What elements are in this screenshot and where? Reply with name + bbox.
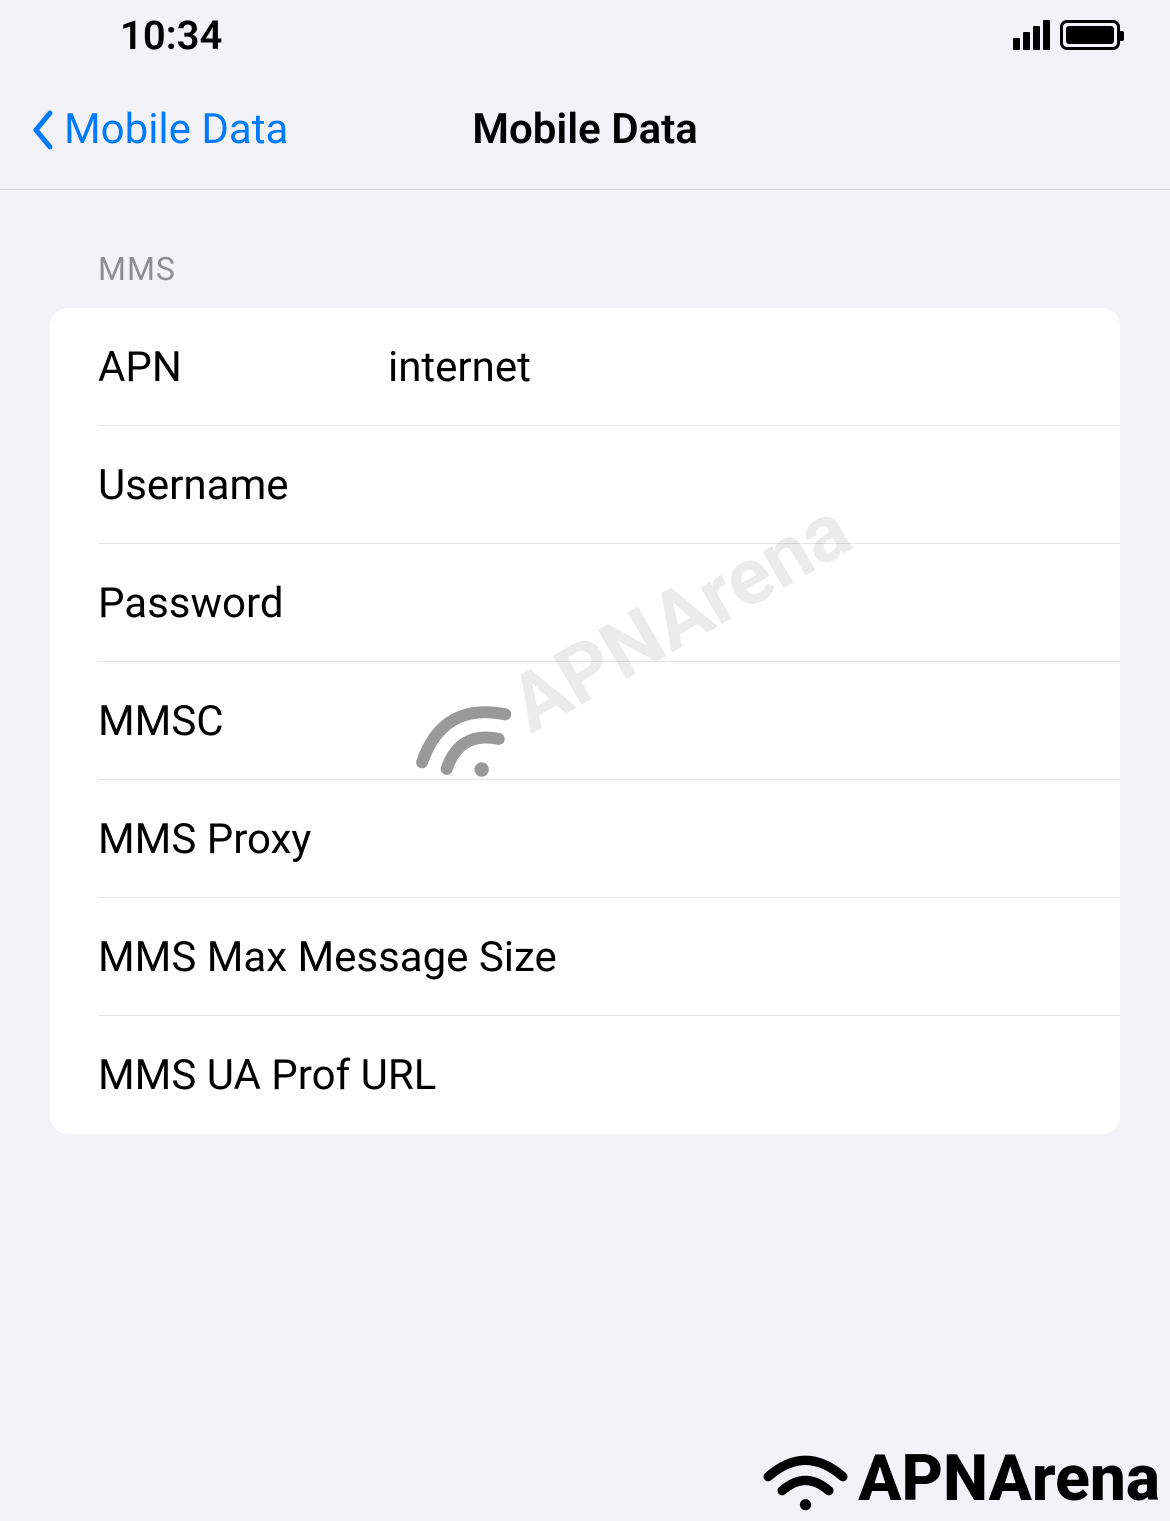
chevron-left-icon	[30, 109, 54, 151]
input-mmsc[interactable]	[388, 697, 1072, 746]
input-password[interactable]	[388, 579, 1072, 628]
input-apn[interactable]	[388, 343, 1072, 392]
section-header-mms: MMS	[50, 250, 1120, 308]
status-indicators	[1013, 20, 1120, 50]
content: MMS APN Username Password MMSC MMS Proxy…	[0, 190, 1170, 1134]
row-username[interactable]: Username	[50, 426, 1120, 544]
row-mms-ua-prof[interactable]: MMS UA Prof URL	[50, 1016, 1120, 1134]
bottom-logo: APNArena	[758, 1441, 1160, 1516]
label-apn: APN	[98, 343, 388, 392]
label-username: Username	[98, 461, 388, 510]
row-mms-proxy[interactable]: MMS Proxy	[50, 780, 1120, 898]
signal-icon	[1013, 20, 1050, 50]
back-label: Mobile Data	[64, 105, 288, 154]
input-mms-proxy[interactable]	[388, 815, 1072, 864]
page-title: Mobile Data	[472, 105, 698, 154]
battery-icon	[1060, 20, 1120, 50]
navigation-bar: Mobile Data Mobile Data	[0, 70, 1170, 190]
label-mms-proxy: MMS Proxy	[98, 815, 388, 864]
row-password[interactable]: Password	[50, 544, 1120, 662]
back-button[interactable]: Mobile Data	[30, 105, 288, 154]
wifi-icon	[758, 1444, 853, 1514]
row-apn[interactable]: APN	[50, 308, 1120, 426]
status-time: 10:34	[120, 12, 222, 59]
label-mmsc: MMSC	[98, 697, 388, 746]
label-password: Password	[98, 579, 388, 628]
row-mms-max-size[interactable]: MMS Max Message Size	[50, 898, 1120, 1016]
input-username[interactable]	[388, 461, 1072, 510]
label-mms-max-size: MMS Max Message Size	[98, 933, 1072, 982]
row-mmsc[interactable]: MMSC	[50, 662, 1120, 780]
settings-group-mms: APN Username Password MMSC MMS Proxy MMS…	[50, 308, 1120, 1134]
status-bar: 10:34	[0, 0, 1170, 70]
label-mms-ua-prof: MMS UA Prof URL	[98, 1051, 1072, 1100]
